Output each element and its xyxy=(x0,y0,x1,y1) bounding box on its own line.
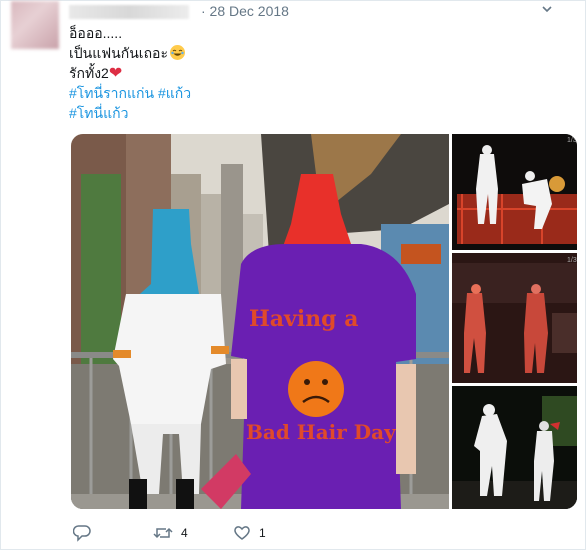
thumbnail-3-illustration xyxy=(452,386,577,509)
shirt-text-top: Having a xyxy=(249,306,358,332)
text-line-2-content: เป็นแฟนกันเถอะ xyxy=(69,45,168,61)
tweet-text: อ็อออ..... เป็นแฟนกันเถอะ รักทั้ง2❤ #โทน… xyxy=(69,23,549,123)
photo-main[interactable]: Having a Bad Hair Day xyxy=(71,134,449,509)
redacted-username[interactable] xyxy=(69,5,189,20)
hashtag-line-2: #โทนี่แก้ว xyxy=(69,103,549,123)
thumbnail-1-illustration: 1/3 xyxy=(452,134,577,250)
photo-main-illustration: Having a Bad Hair Day xyxy=(71,134,449,509)
photo-thumbnail-3[interactable] xyxy=(452,386,577,509)
retweet-count: 4 xyxy=(181,526,188,540)
chevron-down-icon[interactable] xyxy=(541,3,553,15)
hashtag-line-1: #โทนี่รากแก่น #แก้ว xyxy=(69,83,549,103)
thumbnail-2-counter: 1/3 xyxy=(567,257,577,264)
tweet-card: · 28 Dec 2018 อ็อออ..... เป็นแฟนกันเถอะ … xyxy=(0,0,586,550)
text-line-2: เป็นแฟนกันเถอะ xyxy=(69,43,549,63)
hashtag-link[interactable]: #โทนี่แก้ว xyxy=(69,105,128,121)
retweet-icon xyxy=(153,527,173,539)
thumbnail-2-illustration: 1/3 xyxy=(452,253,577,383)
photo-thumbnail-1[interactable]: 1/3 xyxy=(452,134,577,250)
heart-icon xyxy=(234,526,250,540)
laughing-emoji-icon xyxy=(169,45,185,60)
tweet-date[interactable]: · 28 Dec 2018 xyxy=(201,1,289,21)
hashtag-link[interactable]: #แก้ว xyxy=(158,85,191,101)
retweet-button[interactable]: 4 xyxy=(153,521,188,545)
text-line-3: รักทั้ง2❤ xyxy=(69,63,549,83)
text-line-3-content: รักทั้ง2 xyxy=(69,65,109,81)
shirt-text-bottom: Bad Hair Day xyxy=(246,420,397,444)
tweet-header: · 28 Dec 2018 xyxy=(69,1,569,21)
reply-icon xyxy=(73,525,91,542)
avatar[interactable] xyxy=(11,1,59,49)
red-heart-icon: ❤ xyxy=(108,65,123,82)
like-count: 1 xyxy=(259,526,266,540)
photo-thumbnail-2[interactable]: 1/3 xyxy=(452,253,577,383)
text-line-1: อ็อออ..... xyxy=(69,25,123,41)
thumbnail-1-counter: 1/3 xyxy=(567,137,577,144)
media-grid: Having a Bad Hair Day 1/3 1/3 xyxy=(71,134,577,509)
tweet-actions: 4 1 xyxy=(71,521,371,545)
hashtag-link[interactable]: #โทนี่รากแก่น xyxy=(69,85,154,101)
like-button[interactable]: 1 xyxy=(233,521,266,545)
reply-button[interactable] xyxy=(73,521,99,545)
